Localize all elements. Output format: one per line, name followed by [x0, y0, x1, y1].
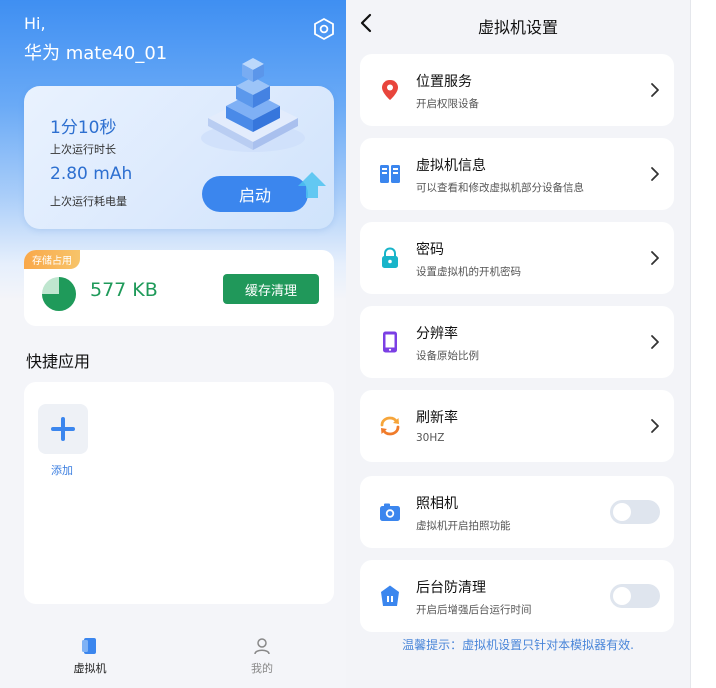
row-subtitle: 设备原始比例	[416, 350, 479, 362]
bottom-tab-bar: 虚拟机 我的	[0, 626, 346, 688]
tab-vm[interactable]: 虚拟机	[40, 636, 140, 676]
row-subtitle: 开启后增强后台运行时间	[416, 604, 532, 616]
right-edge-divider	[690, 0, 691, 688]
settings-row-resolution[interactable]: 分辨率 设备原始比例	[360, 306, 674, 378]
row-subtitle: 30HZ	[416, 432, 445, 444]
toggle-knob	[613, 503, 631, 521]
lock-icon	[382, 247, 398, 268]
quick-apps-card: 添加	[24, 382, 334, 604]
add-app-label: 添加	[51, 464, 73, 477]
settings-row-vm-info[interactable]: 虚拟机信息 可以查看和修改虚拟机部分设备信息	[360, 138, 674, 210]
row-subtitle: 开启权限设备	[416, 98, 479, 110]
chevron-right-icon	[651, 83, 659, 97]
settings-row-refresh-rate[interactable]: 刷新率 30HZ	[360, 390, 674, 462]
row-title: 位置服务	[416, 74, 472, 90]
info-icon	[380, 165, 400, 183]
page-title: 虚拟机设置	[477, 18, 558, 37]
run-power-label: 上次运行耗电量	[50, 195, 127, 208]
device-name: 华为 mate40_01	[24, 43, 168, 64]
run-duration: 1分10秒	[50, 118, 117, 138]
shield-icon	[381, 585, 399, 606]
toggle-knob	[613, 587, 631, 605]
settings-row-password[interactable]: 密码 设置虚拟机的开机密码	[360, 222, 674, 294]
vm-settings-panel: 虚拟机设置 位置服务 开启权限设备 虚拟机信息 可以查看和修改虚拟机部分设备信息	[346, 0, 690, 688]
plus-icon	[51, 417, 75, 441]
row-title: 虚拟机信息	[416, 158, 486, 174]
camera-icon	[380, 503, 400, 521]
settings-icon[interactable]	[312, 17, 336, 41]
storage-badge: 存储占用	[24, 250, 80, 269]
row-subtitle: 设置虚拟机的开机密码	[416, 266, 521, 278]
refresh-icon	[380, 416, 400, 436]
run-power: 2.80 mAh	[50, 164, 133, 184]
row-title: 刷新率	[416, 410, 458, 426]
footer-tip: 温馨提示：虚拟机设置只针对本模拟器有效.	[402, 638, 634, 652]
storage-value: 577 KB	[90, 279, 158, 301]
settings-row-camera: 照相机 虚拟机开启拍照功能	[360, 476, 674, 548]
tab-me[interactable]: 我的	[212, 636, 312, 676]
row-title: 后台防清理	[416, 580, 486, 596]
row-title: 密码	[416, 242, 444, 258]
chevron-right-icon	[651, 335, 659, 349]
storage-usage-pie	[42, 277, 76, 311]
row-title: 分辨率	[416, 326, 458, 342]
settings-row-background-protect: 后台防清理 开启后增强后台运行时间	[360, 560, 674, 632]
row-title: 照相机	[416, 496, 458, 512]
clean-cache-button[interactable]: 缓存清理	[223, 274, 319, 304]
run-duration-label: 上次运行时长	[50, 143, 116, 156]
greeting: Hi,	[24, 14, 46, 33]
tab-me-label: 我的	[251, 662, 273, 675]
phone-icon	[383, 331, 397, 353]
background-protect-toggle[interactable]	[610, 584, 660, 608]
chevron-right-icon	[651, 167, 659, 181]
row-subtitle: 虚拟机开启拍照功能	[416, 520, 511, 532]
tab-vm-label: 虚拟机	[73, 662, 107, 675]
chevron-right-icon	[651, 251, 659, 265]
row-subtitle: 可以查看和修改虚拟机部分设备信息	[416, 182, 584, 194]
vm-icon	[82, 638, 96, 654]
cube-illustration	[201, 58, 305, 152]
quick-apps-title: 快捷应用	[26, 352, 91, 371]
user-icon	[254, 638, 270, 655]
home-panel: Hi, 华为 mate40_01 1分10秒 上次运行时长 2.80 mAh 上…	[0, 0, 346, 688]
settings-row-location[interactable]: 位置服务 开启权限设备	[360, 54, 674, 126]
start-button[interactable]: 启动	[202, 176, 308, 212]
add-app-button[interactable]	[38, 404, 88, 454]
arrow-up-icon	[298, 172, 326, 198]
storage-card: 存储占用 577 KB 缓存清理	[24, 250, 334, 326]
chevron-right-icon	[651, 419, 659, 433]
camera-toggle[interactable]	[610, 500, 660, 524]
location-icon	[382, 80, 398, 100]
